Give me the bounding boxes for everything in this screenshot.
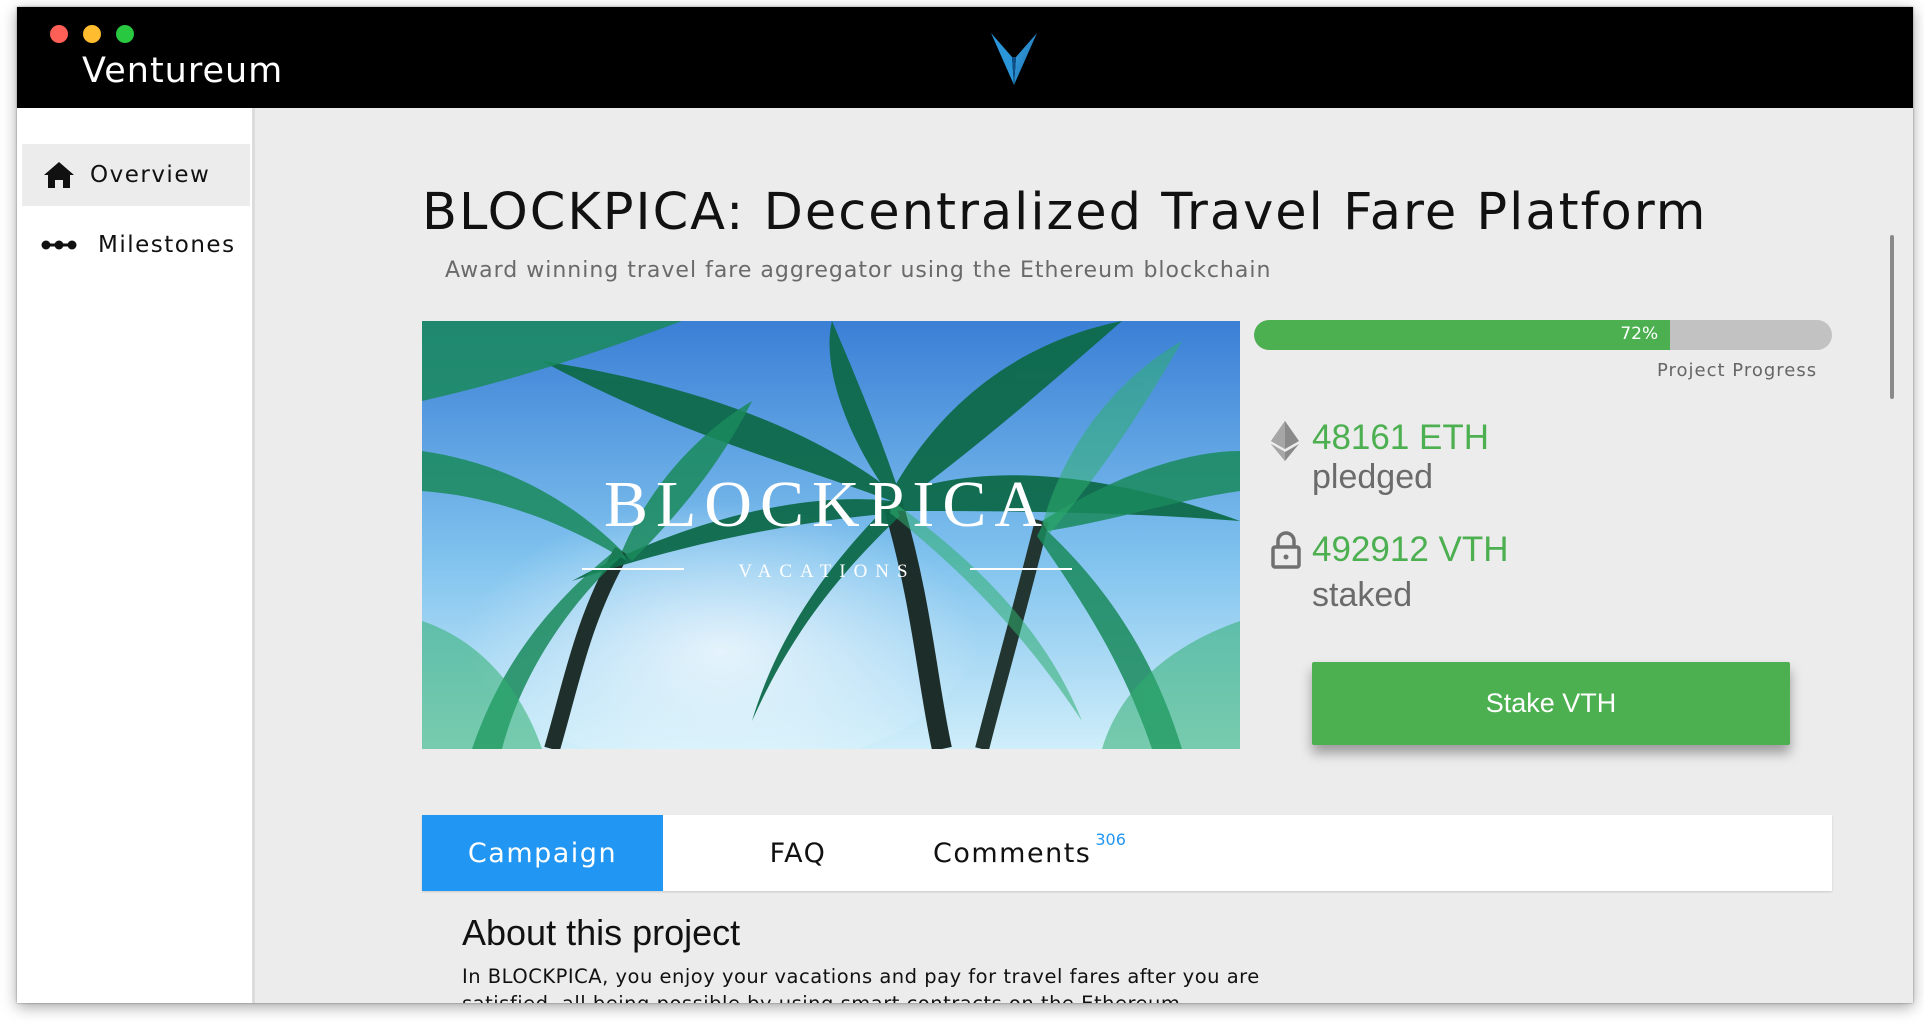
page-title: BLOCKPICA: Decentralized Travel Fare Pla… [422,183,1708,242]
minimize-window-button[interactable] [83,25,101,43]
stake-vth-button[interactable]: Stake VTH [1312,662,1790,745]
tab-campaign[interactable]: Campaign [422,815,663,891]
project-progress-fill: 72% [1254,320,1671,350]
progress-caption: Project Progress [1657,360,1818,381]
lock-icon [1271,531,1301,569]
progress-percent-label: 72% [1620,324,1659,344]
app-window: Ventureum Overview Milestones BLOCKPICA:… [17,7,1913,1003]
tab-comments[interactable]: Comments 306 [933,815,1203,891]
tab-label: FAQ [769,837,827,869]
staked-label: staked [1312,576,1413,614]
pledged-value: 48161 ETH [1312,418,1490,457]
tab-label: Comments [933,837,1092,869]
pledged-label: pledged [1312,458,1434,496]
image-brand-text: BLOCKPICA [604,468,1050,541]
milestones-icon [40,239,78,251]
image-tagline-text: VACATIONS [738,561,915,582]
vertical-scrollbar[interactable] [1890,235,1894,399]
project-image: BLOCKPICA VACATIONS [422,321,1240,749]
about-heading: About this project [462,912,741,953]
project-tabs: Campaign FAQ Comments 306 [422,815,1832,891]
about-text: In BLOCKPICA, you enjoy your vacations a… [462,965,1260,1003]
sidebar-item-label: Overview [90,162,211,188]
ethereum-icon [1271,421,1299,461]
page-subtitle: Award winning travel fare aggregator usi… [445,258,1272,283]
sidebar-item-label: Milestones [98,232,236,258]
tab-label: Campaign [467,837,618,869]
sidebar-item-overview[interactable]: Overview [22,144,250,206]
sidebar-item-milestones[interactable]: Milestones [22,214,250,276]
ventureum-logo-icon [991,33,1037,85]
close-window-button[interactable] [50,25,68,43]
app-title: Ventureum [82,51,284,91]
project-progress-bar: 72% [1254,320,1832,350]
maximize-window-button[interactable] [116,25,134,43]
staked-value: 492912 VTH [1312,530,1509,569]
home-icon [40,161,78,189]
tab-faq[interactable]: FAQ [663,815,933,891]
title-bar: Ventureum [17,7,1913,108]
comments-count-badge: 306 [1095,829,1126,849]
sidebar: Overview Milestones [17,108,255,1003]
